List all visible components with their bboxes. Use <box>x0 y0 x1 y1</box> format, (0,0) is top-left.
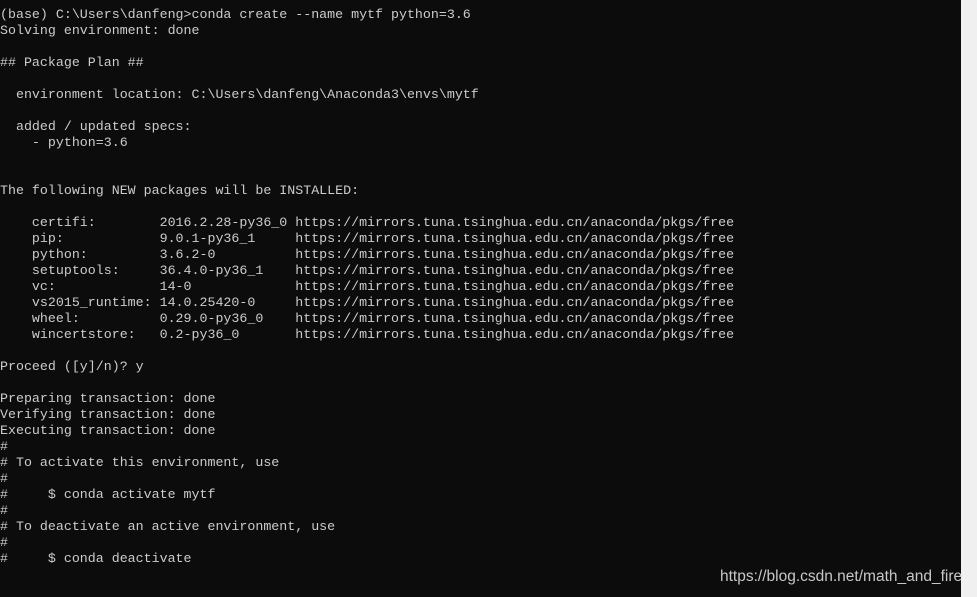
terminal-line: # <box>0 439 8 454</box>
terminal-line: Executing transaction: done <box>0 423 216 438</box>
terminal-line: ## Package Plan ## <box>0 55 144 70</box>
terminal-line: vs2015_runtime: 14.0.25420-0 https://mir… <box>0 295 735 310</box>
terminal-line: # <box>0 471 8 486</box>
terminal-line: Verifying transaction: done <box>0 407 216 422</box>
watermark: https://blog.csdn.net/math_and_fire <box>720 568 963 585</box>
terminal-line: # To deactivate an active environment, u… <box>0 519 336 534</box>
terminal-line: wheel: 0.29.0-py36_0 https://mirrors.tun… <box>0 311 735 326</box>
terminal-line: - python=3.6 <box>0 135 128 150</box>
terminal-line: python: 3.6.2-0 https://mirrors.tuna.tsi… <box>0 247 735 262</box>
terminal-line: Preparing transaction: done <box>0 391 216 406</box>
terminal-line: certifi: 2016.2.28-py36_0 https://mirror… <box>0 215 735 230</box>
terminal-line: # <box>0 535 8 550</box>
terminal-line: wincertstore: 0.2-py36_0 https://mirrors… <box>0 327 735 342</box>
terminal-output[interactable]: (base) C:\Users\danfeng>conda create --n… <box>0 7 961 567</box>
terminal-line: Proceed ([y]/n)? y <box>0 359 144 374</box>
terminal-line: (base) C:\Users\danfeng>conda create --n… <box>0 7 471 22</box>
terminal-line: # To activate this environment, use <box>0 455 280 470</box>
terminal-line: added / updated specs: <box>0 119 192 134</box>
terminal-line: # $ conda deactivate <box>0 551 192 566</box>
terminal-line: vc: 14-0 https://mirrors.tuna.tsinghua.e… <box>0 279 735 294</box>
terminal-line: environment location: C:\Users\danfeng\A… <box>0 87 479 102</box>
terminal-line: setuptools: 36.4.0-py36_1 https://mirror… <box>0 263 735 278</box>
terminal-line: Solving environment: done <box>0 23 200 38</box>
scrollbar[interactable] <box>961 0 977 597</box>
terminal-line: The following NEW packages will be INSTA… <box>0 183 360 198</box>
terminal-line: # <box>0 503 8 518</box>
terminal-line: # $ conda activate mytf <box>0 487 216 502</box>
terminal-line: pip: 9.0.1-py36_1 https://mirrors.tuna.t… <box>0 231 735 246</box>
